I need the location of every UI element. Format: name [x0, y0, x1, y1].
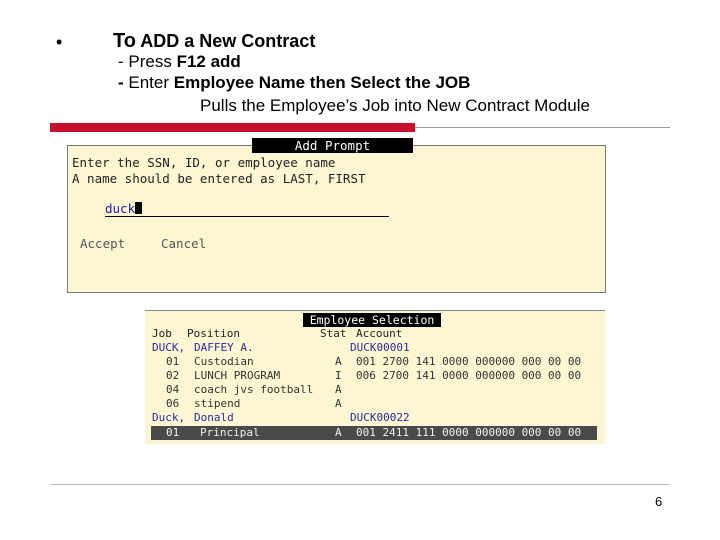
cell-account: 006 2700 141 0000 000000 000 00 00 [356, 369, 582, 382]
employee-name-value: duck [105, 201, 136, 216]
table-row[interactable]: Duck, Donald DUCK00022 [152, 411, 597, 425]
cell-position: stipend [194, 397, 241, 410]
cell-job: 04 [166, 383, 180, 396]
cell-job: 01 [166, 355, 180, 368]
step1-key: F12 add [176, 52, 241, 71]
cell-account: DUCK00022 [350, 411, 410, 424]
step-press-f12: - Press F12 add [118, 52, 241, 72]
step1-text: - Press [118, 52, 177, 71]
cell-stat: A [335, 355, 342, 368]
employee-name-input[interactable]: duck [105, 202, 389, 217]
col-job: Job [152, 327, 172, 340]
col-position: Position [187, 327, 240, 340]
cell-stat: A [335, 383, 342, 396]
cell-account: 001 2700 141 0000 000000 000 00 00 [356, 355, 582, 368]
table-header: Job Position Stat Account [152, 327, 597, 341]
prompt-instruction-1: Enter the SSN, ID, or employee name [72, 155, 336, 170]
add-prompt-title: Add Prompt [252, 138, 413, 153]
cell-position: DAFFEY A. [194, 341, 254, 354]
cell-position: coach jvs football [194, 383, 314, 396]
col-stat: Stat [320, 327, 347, 340]
cell-position: Custodian [194, 355, 254, 368]
cell-position: LUNCH PROGRAM [194, 369, 281, 382]
cell-position: Donald [194, 411, 234, 424]
cell-stat: A [335, 426, 342, 439]
table-row-selected[interactable]: 01 Principal A 001 2411 111 0000 000000 … [151, 426, 597, 440]
cell-job: 06 [166, 397, 180, 410]
cell-job: DUCK, [152, 341, 186, 354]
step2-text: Enter [128, 73, 174, 92]
cancel-button[interactable]: Cancel [161, 236, 206, 251]
accept-button[interactable]: Accept [80, 236, 125, 251]
cell-job: 01 [166, 426, 180, 439]
step2-dash: - [118, 73, 129, 92]
prompt-instruction-2: A name should be entered as LAST, FIRST [72, 171, 366, 186]
bullet-marker: • [56, 32, 63, 52]
step-enter-name: - Enter Employee Name then Select the JO… [118, 73, 470, 93]
cell-job: Duck, [152, 411, 186, 424]
table-row[interactable]: 01 Custodian A 001 2700 141 0000 000000 … [152, 355, 597, 369]
cell-job: 02 [166, 369, 180, 382]
cell-stat: A [335, 397, 342, 410]
bottom-divider [50, 484, 670, 485]
cell-stat: I [335, 369, 342, 382]
table-row[interactable]: DUCK, DAFFEY A. DUCK00001 [152, 341, 597, 355]
step2-emphasis: Employee Name then Select the JOB [173, 73, 471, 92]
cell-account: DUCK00001 [350, 341, 410, 354]
slide-title: To ADD a New Contract [113, 30, 315, 53]
accent-bar [50, 123, 415, 132]
table-row[interactable]: 02 LUNCH PROGRAM I 006 2700 141 0000 000… [152, 369, 597, 383]
note-text: Pulls the Employee’s Job into New Contra… [200, 96, 590, 115]
page-number: 6 [655, 494, 663, 509]
table-row[interactable]: 04 coach jvs football A [152, 383, 597, 397]
text-cursor [135, 202, 143, 214]
table-row[interactable]: 06 stipend A [152, 397, 597, 411]
col-account: Account [356, 327, 403, 340]
employee-selection-title: Employee Selection [303, 313, 441, 327]
cell-position: Principal [200, 426, 260, 439]
cell-account: 001 2411 111 0000 000000 000 00 00 [356, 426, 582, 439]
title-rest: ADD a New Contract [135, 31, 316, 51]
title-prefix: To [113, 30, 136, 52]
